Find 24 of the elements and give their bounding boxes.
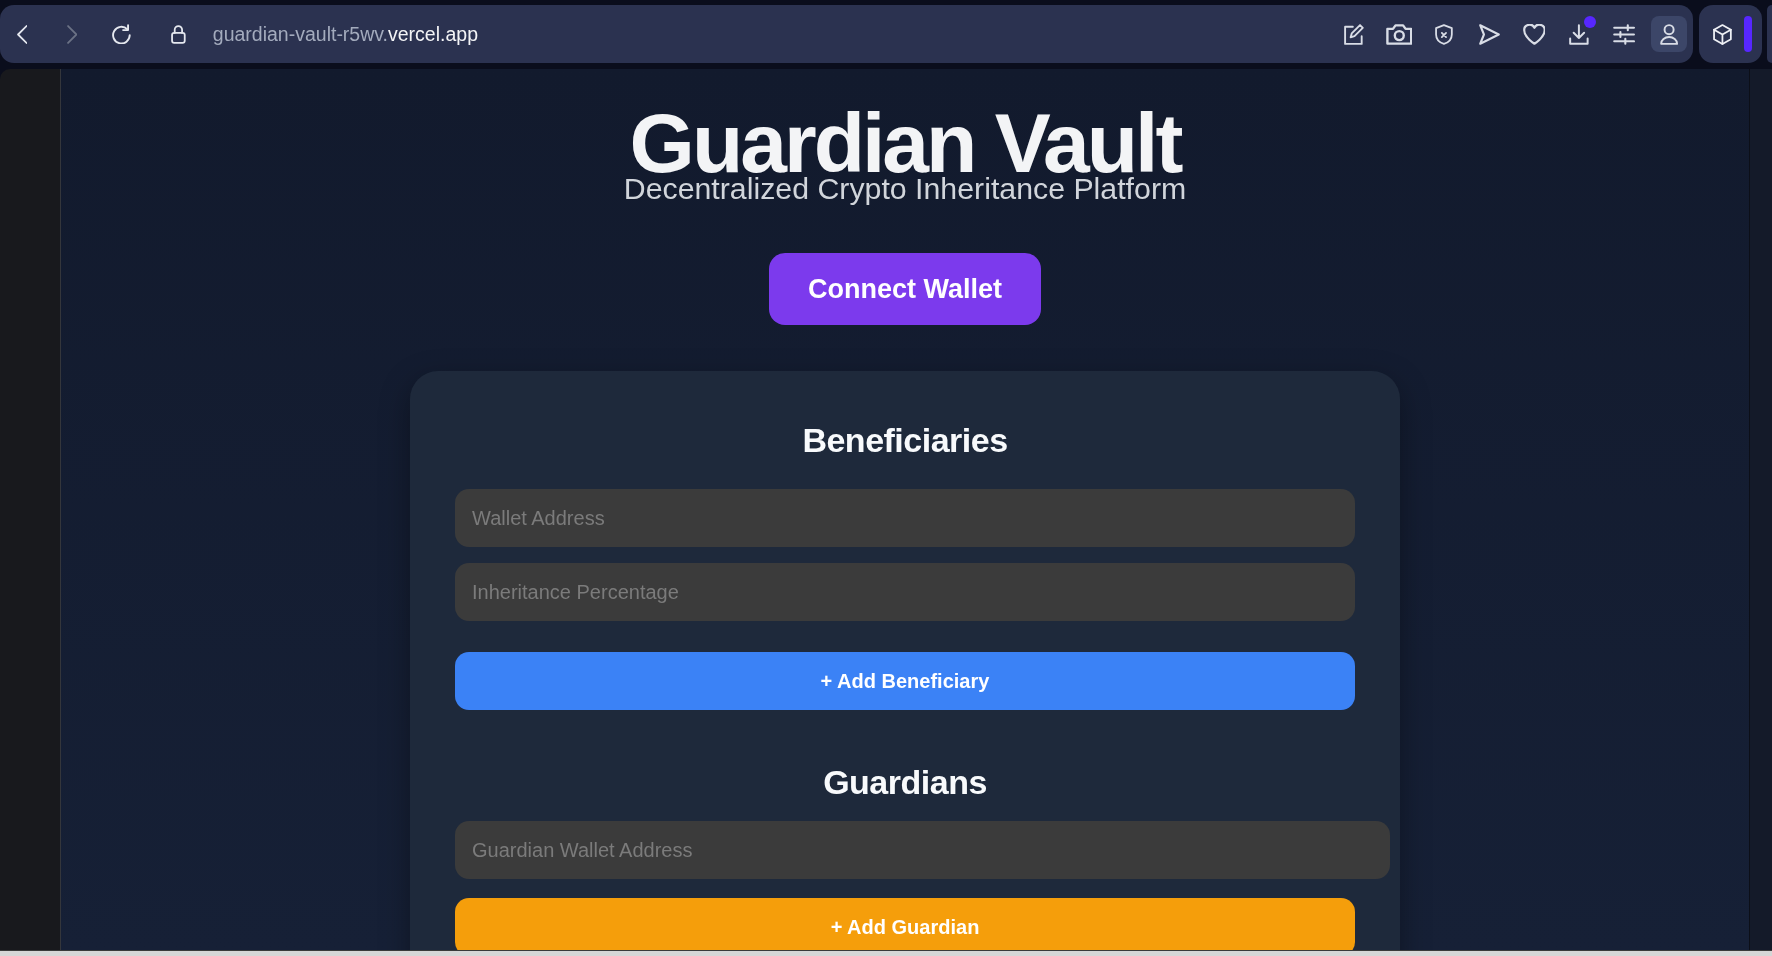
send-icon <box>1478 23 1500 45</box>
reload-icon <box>112 24 132 44</box>
connect-wallet-button[interactable]: Connect Wallet <box>769 253 1041 325</box>
section-heading: Guardians <box>823 762 987 803</box>
sliders-icon <box>1612 23 1636 45</box>
back-icon <box>16 24 28 44</box>
forward-icon <box>66 24 78 44</box>
shield-icon <box>1435 23 1453 45</box>
download-icon <box>1569 23 1589 45</box>
user-icon <box>1659 23 1679 45</box>
heart-icon <box>1522 23 1546 45</box>
cube-icon[interactable] <box>1713 23 1732 45</box>
lock-icon <box>171 24 186 44</box>
edit-icon <box>1344 23 1364 45</box>
toolbar-button[interactable] <box>1651 16 1687 52</box>
section-heading: Beneficiaries <box>802 420 1008 461</box>
url-text[interactable]: guardian-vault-r5wv.vercel.app <box>212 22 478 46</box>
camera-icon <box>1385 23 1413 45</box>
input-field[interactable]: Inheritance Percentage <box>455 563 1355 621</box>
add-button[interactable]: + Add Beneficiary <box>455 652 1355 710</box>
side-panel-edge <box>1767 5 1772 63</box>
input-field[interactable]: Guardian Wallet Address <box>455 821 1390 879</box>
indicator-bar <box>1743 16 1752 52</box>
input-field[interactable]: Wallet Address <box>455 489 1355 547</box>
